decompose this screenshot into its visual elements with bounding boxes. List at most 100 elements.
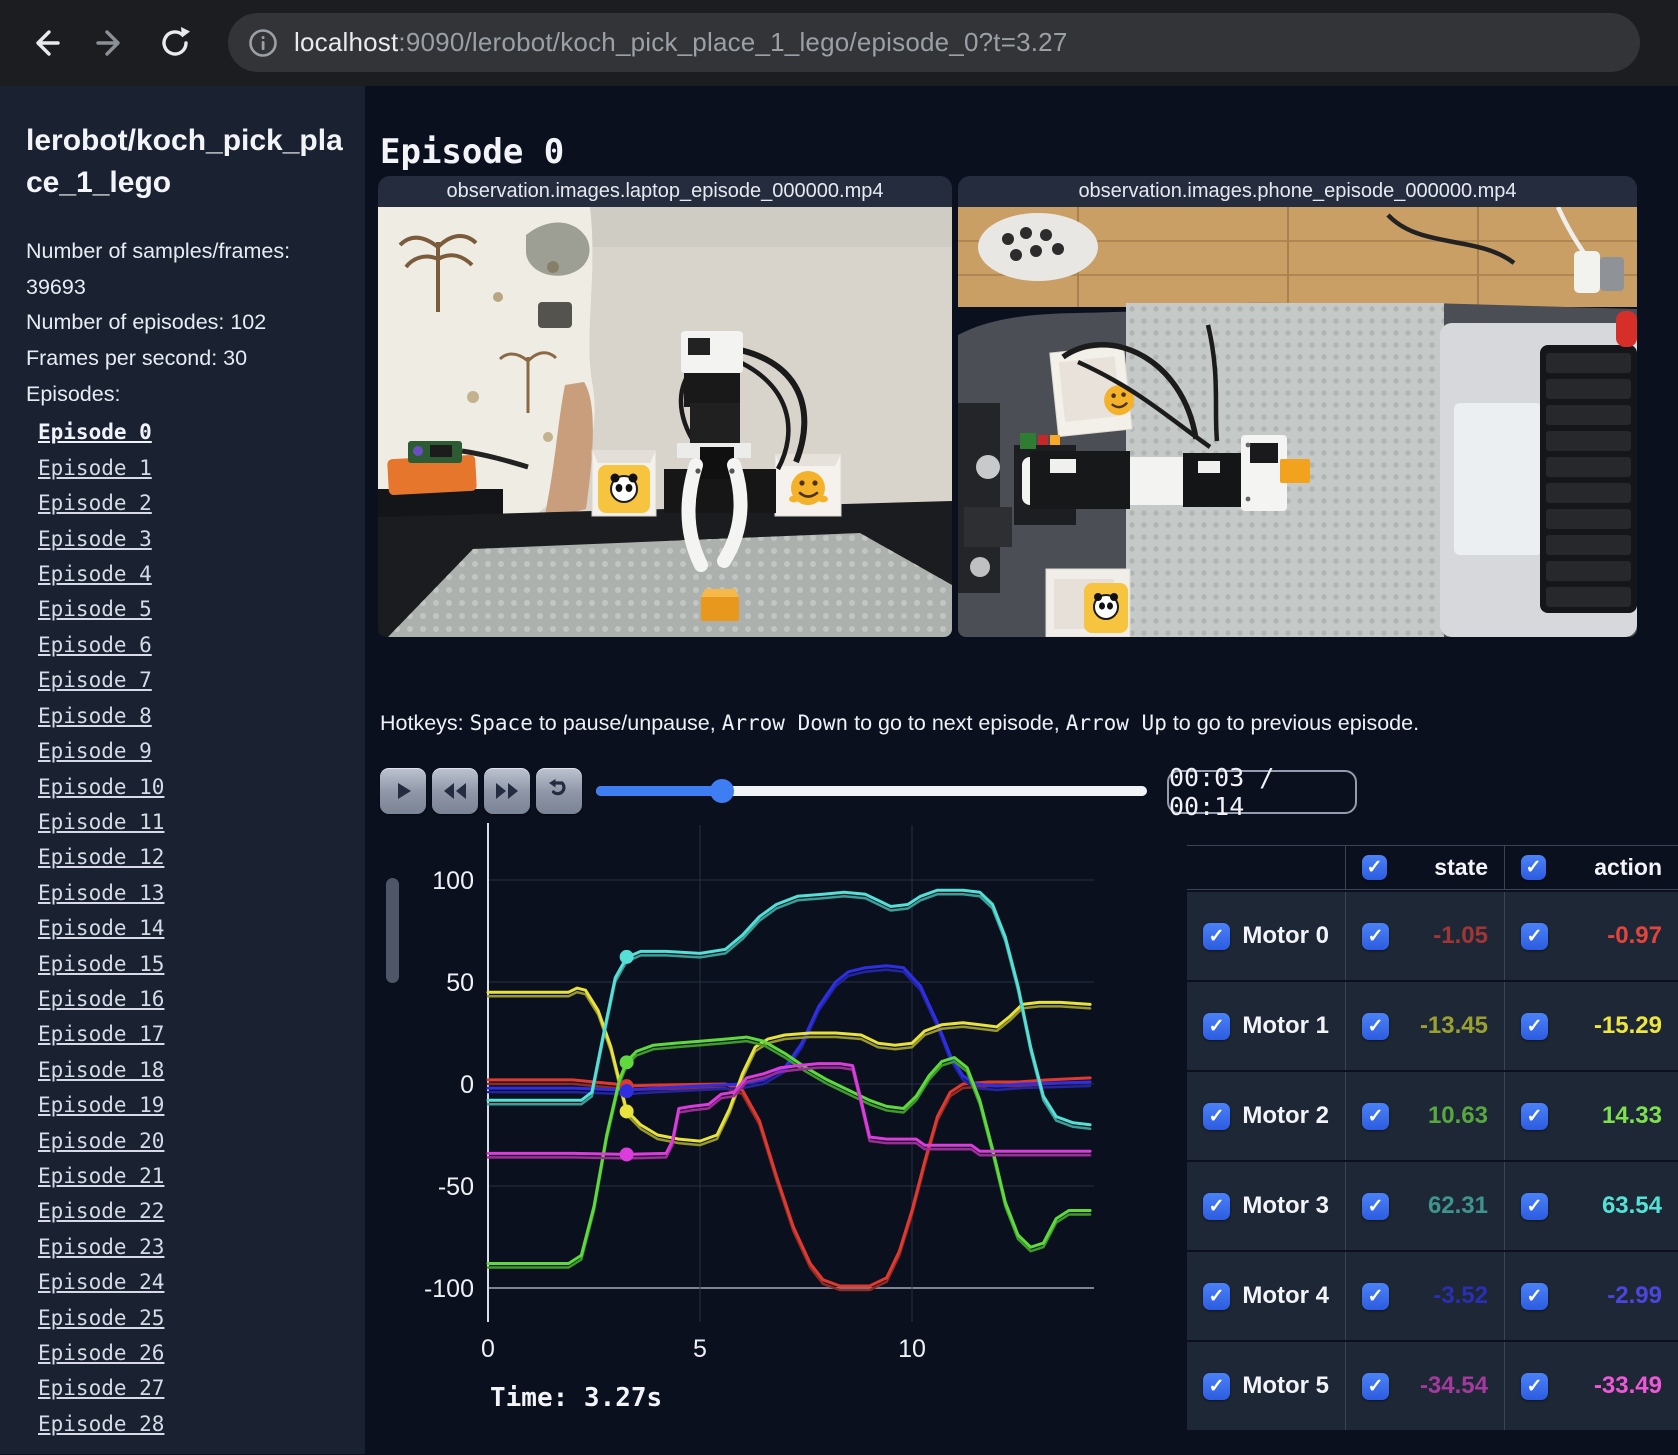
- action-column-checkbox[interactable]: ✓: [1521, 855, 1546, 880]
- phone-video-frame: [958, 207, 1637, 637]
- episode-link[interactable]: Episode 17: [38, 1022, 164, 1046]
- motor-checkbox[interactable]: ✓: [1362, 1192, 1389, 1220]
- motor-checkbox[interactable]: ✓: [1521, 1282, 1548, 1310]
- table-row: ✓ Motor 5 ✓ -34.54 ✓ -33.49: [1187, 1342, 1678, 1430]
- forward-icon[interactable]: [88, 20, 134, 66]
- episode-link[interactable]: Episode 26: [38, 1341, 164, 1365]
- svg-text:100: 100: [432, 867, 474, 895]
- browser-chrome: localhost:9090/lerobot/koch_pick_place_1…: [0, 0, 1678, 86]
- hotkey-text: to go to previous episode.: [1166, 711, 1420, 735]
- motor-checkbox[interactable]: ✓: [1362, 922, 1389, 950]
- motor-checkbox[interactable]: ✓: [1203, 922, 1230, 950]
- episode-link[interactable]: Episode 10: [38, 775, 164, 799]
- episode-link[interactable]: Episode 21: [38, 1164, 164, 1188]
- motor-label: Motor 0: [1242, 922, 1329, 949]
- motor-checkbox[interactable]: ✓: [1362, 1372, 1389, 1400]
- motor-label-cell: ✓ Motor 1: [1187, 982, 1345, 1070]
- svg-text:-100: -100: [424, 1275, 474, 1303]
- panda-box: [591, 449, 657, 517]
- state-value: -1.05: [1433, 922, 1488, 949]
- episode-link[interactable]: Episode 13: [38, 881, 164, 905]
- motor-chart: 100 50 0 -50 -100 0 5 10 Time: 3.27s: [380, 795, 1110, 1455]
- episode-link[interactable]: Episode 20: [38, 1129, 164, 1153]
- dataset-title: lerobot/koch_pick_place_1_lego: [26, 124, 343, 199]
- panda-box-bottom: [1045, 568, 1131, 637]
- action-value-cell: ✓ -15.29: [1504, 982, 1678, 1070]
- episode-link[interactable]: Episode 7: [38, 668, 152, 692]
- episode-link[interactable]: Episode 9: [38, 739, 152, 763]
- state-value: 10.63: [1427, 1102, 1488, 1129]
- motor-table: ✓ state ✓ action ✓ Motor 0 ✓ -1.05 ✓ -0.97 ✓ Mo…: [1187, 845, 1678, 1432]
- episode-link[interactable]: Episode 2: [38, 491, 152, 515]
- state-value: 62.31: [1427, 1192, 1488, 1219]
- episode-link[interactable]: Episode 1: [38, 456, 152, 480]
- state-value-cell: ✓ -1.05: [1345, 892, 1504, 980]
- motor-checkbox[interactable]: ✓: [1203, 1012, 1230, 1040]
- time-display: 00:03 / 00:14: [1167, 763, 1357, 821]
- laptop-video[interactable]: observation.images.laptop_episode_000000…: [378, 176, 952, 637]
- back-icon[interactable]: [22, 20, 68, 66]
- header-empty-cell: [1187, 846, 1345, 889]
- motor-label: Motor 1: [1242, 1012, 1329, 1039]
- motor-label-cell: ✓ Motor 4: [1187, 1252, 1345, 1340]
- smiley-box: [774, 453, 842, 517]
- motor-checkbox[interactable]: ✓: [1203, 1282, 1230, 1310]
- motor-checkbox[interactable]: ✓: [1203, 1102, 1230, 1130]
- episode-link[interactable]: Episode 22: [38, 1199, 164, 1223]
- action-value: 63.54: [1601, 1192, 1662, 1219]
- state-value-cell: ✓ 10.63: [1345, 1072, 1504, 1160]
- motor-label-cell: ✓ Motor 0: [1187, 892, 1345, 980]
- reload-icon[interactable]: [152, 20, 198, 66]
- episode-link[interactable]: Episode 4: [38, 562, 152, 586]
- motor-checkbox[interactable]: ✓: [1521, 1372, 1548, 1400]
- dataset-info: Number of samples/frames: 39693 Number o…: [26, 234, 343, 412]
- header-action-cell: ✓ action: [1504, 846, 1678, 889]
- page-title: Episode 0: [380, 132, 565, 173]
- action-header-label: action: [1594, 854, 1662, 880]
- episode-link[interactable]: Episode 16: [38, 987, 164, 1011]
- motor-label: Motor 4: [1242, 1282, 1329, 1309]
- samples-count: Number of samples/frames: 39693: [26, 239, 291, 299]
- episode-link[interactable]: Episode 14: [38, 916, 164, 940]
- hotkey-text: to pause/unpause,: [532, 711, 722, 735]
- motor-checkbox[interactable]: ✓: [1203, 1192, 1230, 1220]
- motor-checkbox[interactable]: ✓: [1521, 1192, 1548, 1220]
- motor-checkbox[interactable]: ✓: [1362, 1012, 1389, 1040]
- episode-link[interactable]: Episode 25: [38, 1306, 164, 1330]
- episode-link[interactable]: Episode 18: [38, 1058, 164, 1082]
- table-row: ✓ Motor 3 ✓ 62.31 ✓ 63.54: [1187, 1162, 1678, 1250]
- episode-link[interactable]: Episode 8: [38, 704, 152, 728]
- motor-checkbox[interactable]: ✓: [1521, 1102, 1548, 1130]
- episode-link[interactable]: Episode 24: [38, 1270, 164, 1294]
- state-column-checkbox[interactable]: ✓: [1362, 855, 1387, 880]
- info-icon[interactable]: [246, 26, 280, 60]
- episode-link[interactable]: Episode 3: [38, 527, 152, 551]
- episode-link[interactable]: Episode 28: [38, 1412, 164, 1436]
- lego-brick: [701, 589, 739, 621]
- action-value: -0.97: [1607, 922, 1662, 949]
- episode-link[interactable]: Episode 23: [38, 1235, 164, 1259]
- episode-link[interactable]: Episode 19: [38, 1093, 164, 1117]
- episode-link[interactable]: Episode 15: [38, 952, 164, 976]
- motor-label-cell: ✓ Motor 5: [1187, 1342, 1345, 1430]
- motor-checkbox[interactable]: ✓: [1521, 1012, 1548, 1040]
- fps-info: Frames per second: 30: [26, 346, 248, 371]
- episode-link[interactable]: Episode 27: [38, 1376, 164, 1400]
- episode-link[interactable]: Episode 6: [38, 633, 152, 657]
- phone-video[interactable]: observation.images.phone_episode_000000.…: [958, 176, 1637, 637]
- motor-checkbox[interactable]: ✓: [1521, 922, 1548, 950]
- url-bar[interactable]: localhost:9090/lerobot/koch_pick_place_1…: [228, 13, 1640, 72]
- controller: [978, 213, 1098, 281]
- episode-link[interactable]: Episode 0: [38, 420, 152, 444]
- motor-checkbox[interactable]: ✓: [1362, 1282, 1389, 1310]
- action-value-cell: ✓ 63.54: [1504, 1162, 1678, 1250]
- sidebar: lerobot/koch_pick_place_1_lego Number of…: [0, 86, 365, 1454]
- chart-time-label: Time: 3.27s: [490, 1383, 663, 1413]
- episode-link[interactable]: Episode 11: [38, 810, 164, 834]
- episode-link[interactable]: Episode 12: [38, 845, 164, 869]
- motor-checkbox[interactable]: ✓: [1362, 1102, 1389, 1130]
- episode-link[interactable]: Episode 5: [38, 597, 152, 621]
- svg-text:5: 5: [693, 1335, 707, 1363]
- svg-text:10: 10: [898, 1335, 926, 1363]
- motor-checkbox[interactable]: ✓: [1203, 1372, 1230, 1400]
